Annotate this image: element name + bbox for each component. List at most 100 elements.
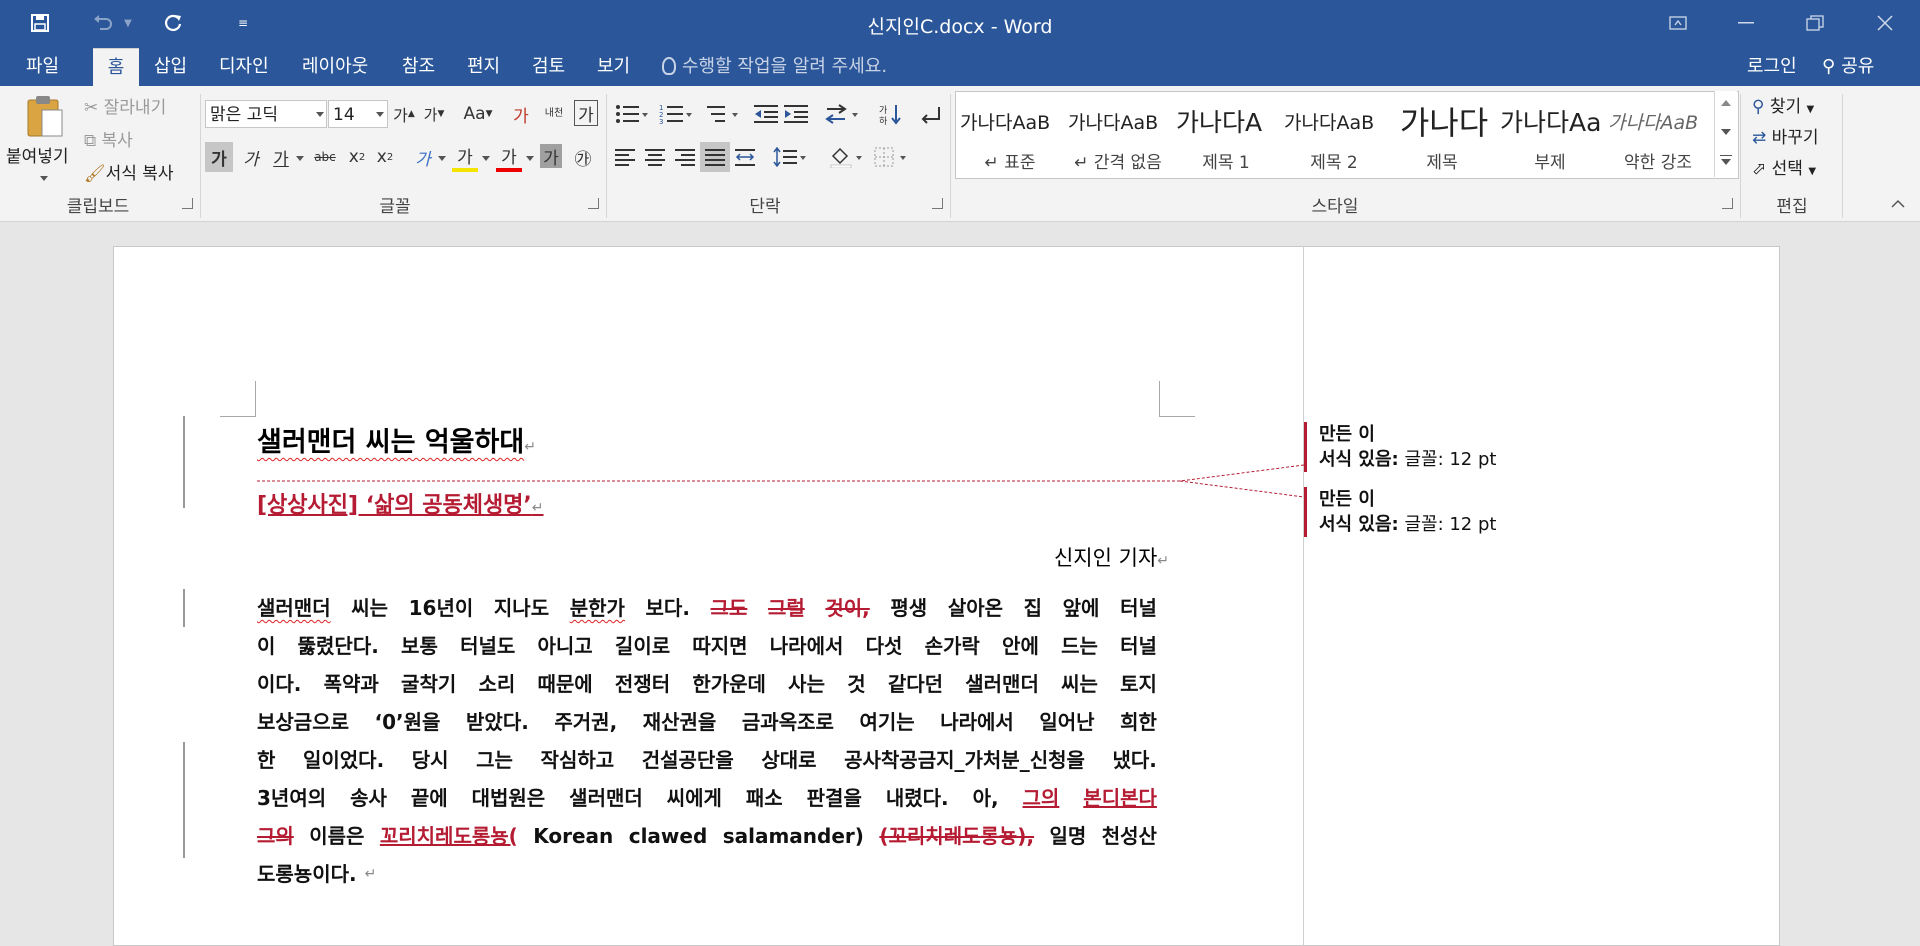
scissors-icon: ✂ bbox=[84, 98, 104, 118]
subscript-button[interactable]: x2 bbox=[344, 142, 370, 172]
tab-insert[interactable]: 삽입 bbox=[154, 48, 187, 86]
align-center-button[interactable] bbox=[642, 144, 668, 170]
tab-view[interactable]: 보기 bbox=[597, 48, 630, 86]
font-name-dropdown-icon[interactable] bbox=[316, 112, 324, 117]
more-styles-arrow-icon[interactable] bbox=[1721, 159, 1731, 165]
shading-button[interactable] bbox=[826, 144, 866, 170]
character-border-button[interactable]: 가 bbox=[574, 100, 598, 126]
find-button[interactable]: ⚲ 찾기 ▼ bbox=[1752, 92, 1814, 117]
cursor-icon: ⬀ bbox=[1752, 159, 1767, 179]
copy-button[interactable]: ⧉ 복사 bbox=[84, 126, 133, 151]
select-button[interactable]: ⬀ 선택 ▼ bbox=[1752, 154, 1816, 179]
tab-layout[interactable]: 레이아웃 bbox=[302, 48, 368, 86]
clear-formatting-button[interactable]: 가 bbox=[508, 100, 534, 128]
sign-in-link[interactable]: 로그인 bbox=[1747, 48, 1797, 86]
replace-button[interactable]: ⇄ 바꾸기 bbox=[1752, 123, 1819, 148]
line-spacing-icon bbox=[773, 147, 806, 167]
clipboard-launcher-icon[interactable] bbox=[182, 198, 193, 209]
highlight-dropdown-icon[interactable] bbox=[482, 156, 490, 161]
style-subtitle[interactable]: 가나다Aa 부제 bbox=[1496, 92, 1604, 178]
style-normal[interactable]: 가나다AaB ↵ 표준 bbox=[956, 92, 1064, 178]
paste-label[interactable]: 붙여넣기 bbox=[6, 142, 69, 167]
numbering-button[interactable]: 123 bbox=[656, 100, 696, 128]
tab-references[interactable]: 참조 bbox=[402, 48, 435, 86]
group-divider bbox=[606, 94, 607, 218]
font-size-dropdown-icon[interactable] bbox=[376, 112, 384, 117]
document-subtitle[interactable]: [상상사진] ‘삶의 공동체생명’↵ bbox=[257, 487, 544, 519]
superscript-button[interactable]: x2 bbox=[372, 142, 398, 172]
font-launcher-icon[interactable] bbox=[588, 198, 599, 209]
distributed-button[interactable] bbox=[732, 144, 758, 170]
paragraph-mark: ↵ bbox=[1157, 553, 1169, 569]
phonetic-guide-button[interactable]: 내천 bbox=[540, 100, 568, 128]
share-button[interactable]: ⚲ 공유 bbox=[1822, 48, 1874, 86]
line-spacing-button[interactable] bbox=[770, 144, 810, 170]
multilevel-list-button[interactable] bbox=[702, 100, 742, 128]
cut-button[interactable]: ✂ 잘라내기 bbox=[84, 93, 166, 118]
text-effects-button[interactable]: 가 bbox=[410, 142, 436, 172]
bold-button[interactable]: 가 bbox=[205, 142, 233, 172]
align-left-button[interactable] bbox=[612, 144, 638, 170]
body-word: 일명 bbox=[1049, 824, 1087, 848]
tab-review[interactable]: 검토 bbox=[532, 48, 565, 86]
paste-dropdown-icon[interactable] bbox=[40, 176, 48, 181]
text-direction-button[interactable] bbox=[822, 100, 862, 128]
sort-button[interactable]: 가하 bbox=[876, 100, 904, 128]
show-marks-button[interactable] bbox=[916, 100, 944, 128]
style-subtle-emphasis[interactable]: 가나다AaB 약한 강조 bbox=[1604, 92, 1712, 178]
byline[interactable]: 신지인 기자↵ bbox=[1037, 542, 1169, 572]
italic-button[interactable]: 가 bbox=[238, 142, 264, 172]
strikethrough-button[interactable]: abc bbox=[308, 142, 342, 172]
style-title[interactable]: 가나다 제목 bbox=[1388, 92, 1496, 178]
tell-me-search[interactable]: 수행할 작업을 알려 주세요. bbox=[662, 48, 887, 86]
shrink-font-button[interactable]: 가 ▼ bbox=[422, 100, 446, 128]
body-paragraph[interactable]: 샐러맨더 씨는 16년이 지나도 분한가 보다. 그도 그럴 것이, 평생 살아온 집 앞에 터널 이 뚫렸단… bbox=[257, 589, 1157, 893]
font-color-button[interactable]: 가 bbox=[496, 142, 522, 172]
scroll-up-icon[interactable] bbox=[1721, 100, 1731, 106]
text-effects-dropdown-icon[interactable] bbox=[438, 156, 446, 161]
scroll-down-icon[interactable] bbox=[1721, 129, 1731, 135]
style-no-spacing[interactable]: 가나다AaB ↵ 간격 없음 bbox=[1064, 92, 1172, 178]
enclose-characters-button[interactable]: ㉮ bbox=[570, 142, 596, 172]
underline-dropdown-icon[interactable] bbox=[296, 156, 304, 161]
comment-balloon[interactable]: 만든 이 서식 있음: 글꼴: 12 pt bbox=[1304, 422, 1569, 472]
tab-file[interactable]: 파일 bbox=[26, 48, 59, 86]
tab-home[interactable]: 홈 bbox=[93, 48, 139, 87]
underline-button[interactable]: 가 bbox=[268, 142, 294, 172]
minimize-icon[interactable] bbox=[1726, 8, 1766, 38]
style-preview: 가나다A bbox=[1176, 108, 1263, 137]
character-shading-button[interactable]: 가 bbox=[540, 144, 562, 169]
body-word: 3년여의 bbox=[257, 786, 327, 810]
ribbon-display-icon[interactable] bbox=[1658, 8, 1698, 38]
body-word: Korean bbox=[533, 824, 614, 848]
close-icon[interactable] bbox=[1865, 8, 1905, 38]
copy-icon: ⧉ bbox=[84, 131, 102, 151]
highlight-button[interactable]: 가 bbox=[452, 142, 478, 172]
font-name-box[interactable]: 맑은 고딕 bbox=[205, 100, 327, 128]
clipboard-group-label: 클립보드 bbox=[66, 197, 130, 217]
justify-button[interactable] bbox=[700, 142, 730, 172]
styles-launcher-icon[interactable] bbox=[1722, 198, 1733, 209]
styles-group-label: 스타일 bbox=[1311, 197, 1359, 217]
paste-icon[interactable] bbox=[18, 92, 72, 142]
change-case-button[interactable]: Aa ▼ bbox=[458, 100, 498, 128]
font-color-dropdown-icon[interactable] bbox=[526, 156, 534, 161]
paragraph-launcher-icon[interactable] bbox=[932, 198, 943, 209]
bullets-button[interactable] bbox=[612, 100, 652, 128]
collapse-ribbon-icon[interactable] bbox=[1888, 194, 1908, 214]
tab-design[interactable]: 디자인 bbox=[219, 48, 269, 86]
style-heading-2[interactable]: 가나다AaB 제목 2 bbox=[1280, 92, 1388, 178]
tab-mailings[interactable]: 편지 bbox=[467, 48, 500, 86]
restore-icon[interactable] bbox=[1795, 8, 1835, 38]
style-heading-1[interactable]: 가나다A 제목 1 bbox=[1172, 92, 1280, 178]
format-painter-button[interactable]: 🖌서식 복사 bbox=[84, 159, 174, 184]
increase-indent-button[interactable] bbox=[782, 100, 810, 128]
borders-button[interactable] bbox=[870, 144, 910, 170]
comment-balloon[interactable]: 만든 이 서식 있음: 글꼴: 12 pt bbox=[1304, 487, 1569, 537]
decrease-indent-button[interactable] bbox=[752, 100, 780, 128]
style-preview: 가나다Aa bbox=[1500, 108, 1602, 137]
more-styles-icon[interactable] bbox=[1720, 155, 1732, 156]
styles-scrollbar[interactable] bbox=[1714, 91, 1737, 177]
grow-font-button[interactable]: 가 ▲ bbox=[392, 100, 416, 128]
align-right-button[interactable] bbox=[672, 144, 698, 170]
